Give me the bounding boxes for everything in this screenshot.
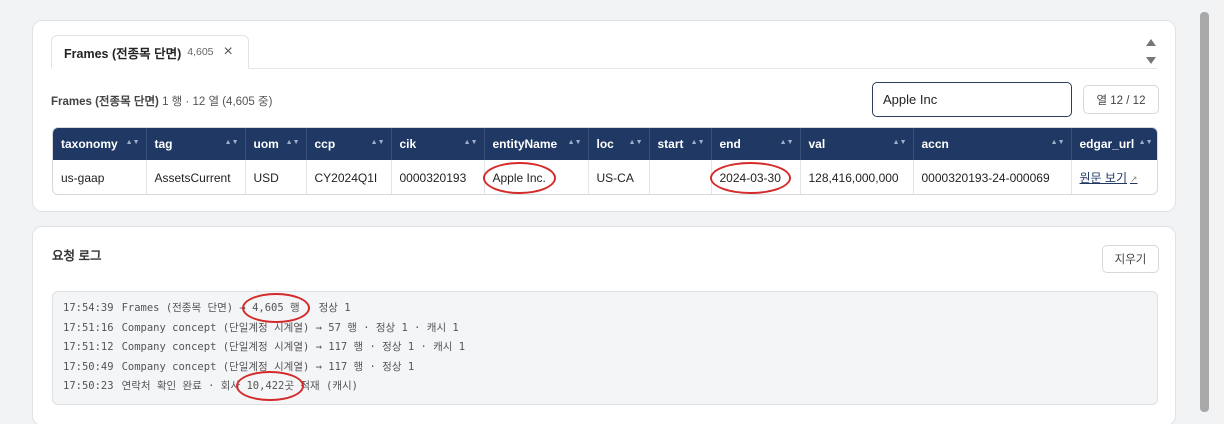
log-time: 17:50:49 <box>63 360 114 373</box>
annotation-circle-end: 2024-03-30 <box>719 170 781 185</box>
column-header-label: ccp <box>314 137 336 151</box>
cell-accn: 0000320193-24-000069 <box>913 160 1072 194</box>
column-header-label: accn <box>921 137 949 151</box>
sort-icon[interactable]: ▲▼ <box>780 139 794 146</box>
frames-panel: Frames (전종목 단면) 4,605 × Frames (전종목 단면) … <box>32 20 1176 212</box>
columns-button[interactable]: 열 12 / 12 <box>1083 85 1159 114</box>
sort-icon[interactable]: ▲▼ <box>371 139 385 146</box>
column-header-label: edgar_url <box>1079 137 1135 151</box>
cell-end: 2024-03-30 <box>711 160 801 194</box>
column-header-label: entityName <box>492 137 558 151</box>
sort-icon[interactable]: ▲▼ <box>1139 139 1153 146</box>
column-header-label: val <box>808 137 826 151</box>
column-header-label: uom <box>253 137 279 151</box>
column-header-start[interactable]: start ▲▼ <box>649 128 712 160</box>
sort-icon[interactable]: ▲▼ <box>126 139 140 146</box>
sort-icon[interactable]: ▲▼ <box>629 139 643 146</box>
column-header-ccp[interactable]: ccp ▲▼ <box>306 128 392 160</box>
request-log-panel: 요청 로그 지우기 17:54:39 Frames (전종목 단면) → 4,60… <box>32 226 1176 424</box>
annotation-circle-log: 4,605 행 <box>252 302 300 314</box>
column-header-tag[interactable]: tag ▲▼ <box>146 128 246 160</box>
cell-tag: AssetsCurrent <box>146 160 246 194</box>
column-header-label: cik <box>399 137 417 151</box>
column-header-val[interactable]: val ▲▼ <box>800 128 914 160</box>
tab-scroll <box>1145 35 1157 69</box>
cell-entityname: Apple Inc. <box>484 160 589 194</box>
log-time: 17:50:23 <box>63 380 114 392</box>
log-time: 17:54:39 <box>63 302 114 314</box>
sort-icon[interactable]: ▲▼ <box>464 139 478 146</box>
column-header-cik[interactable]: cik ▲▼ <box>391 128 485 160</box>
column-header-accn[interactable]: accn ▲▼ <box>913 128 1072 160</box>
cell-taxonomy: us-gaap <box>53 160 147 194</box>
summary-detail: 1 행 · 12 열 (4,605 중) <box>158 96 273 108</box>
log-time: 17:51:16 <box>63 321 114 334</box>
table-row[interactable]: us-gaap AssetsCurrent USD CY2024Q1I 0000… <box>53 160 1157 194</box>
sort-icon[interactable]: ▲▼ <box>225 139 239 146</box>
log-message: Company concept (단일계정 시계열) → 117 행 · 정상 … <box>121 341 466 353</box>
result-summary: Frames (전종목 단면) 1 행 · 12 열 (4,605 중) <box>51 93 272 109</box>
cell-ccp: CY2024Q1I <box>306 160 392 194</box>
summary-name: Frames (전종목 단면) <box>51 96 159 108</box>
column-header-label: taxonomy <box>61 137 118 151</box>
column-header-edgar_url[interactable]: edgar_url ▲▼ <box>1071 128 1157 160</box>
edgar-link[interactable]: 원문 보기 ↗ <box>1071 160 1157 194</box>
log-message: Company concept (단일계정 시계열) → 57 행 · 정상 1… <box>121 321 459 334</box>
column-header-label: tag <box>154 137 173 151</box>
log-line: 17:50:49 Company concept (단일계정 시계열) → 117… <box>63 358 1147 378</box>
column-header-label: start <box>657 137 684 151</box>
filter-input[interactable] <box>872 82 1072 117</box>
sort-icon[interactable]: ▲▼ <box>1051 139 1065 146</box>
log-line: 17:51:16 Company concept (단일계정 시계열) → 57 … <box>63 319 1147 339</box>
log-message: 연락처 확인 완료 · 회사 <box>121 380 247 392</box>
column-header-taxonomy[interactable]: taxonomy ▲▼ <box>53 128 147 160</box>
cell-start <box>649 160 712 194</box>
table-header-row: taxonomy ▲▼ tag ▲▼ uom ▲▼ ccp ▲▼ cik ▲▼ entityName… <box>53 128 1157 160</box>
edgar-link-label: 원문 보기 <box>1079 171 1128 185</box>
triangle-down-icon[interactable] <box>1146 57 1156 64</box>
column-header-loc[interactable]: loc ▲▼ <box>588 128 650 160</box>
cell-uom: USD <box>245 160 307 194</box>
log-line: 17:50:23 연락처 확인 완료 · 회사 10,422곳 적재 (캐시) <box>63 377 1147 397</box>
column-header-label: loc <box>596 137 614 151</box>
clear-log-button[interactable]: 지우기 <box>1102 245 1159 273</box>
sort-icon[interactable]: ▲▼ <box>893 139 907 146</box>
sort-icon[interactable]: ▲▼ <box>568 139 582 146</box>
log-time: 17:51:12 <box>63 341 114 353</box>
column-header-end[interactable]: end ▲▼ <box>711 128 801 160</box>
cell-cik: 0000320193 <box>391 160 485 194</box>
cell-loc: US-CA <box>588 160 650 194</box>
results-table: taxonomy ▲▼ tag ▲▼ uom ▲▼ ccp ▲▼ cik ▲▼ entityName… <box>52 127 1158 195</box>
cell-val: 128,416,000,000 <box>800 160 914 194</box>
column-header-entityname[interactable]: entityName ▲▼ <box>484 128 589 160</box>
close-icon[interactable]: × <box>224 44 233 60</box>
tab-frames[interactable]: Frames (전종목 단면) 4,605 × <box>51 35 249 69</box>
tab-count: 4,605 <box>187 46 214 58</box>
annotation-circle-entityname: Apple Inc. <box>492 170 546 185</box>
log-message: Frames (전종목 단면) → <box>121 302 253 314</box>
page-scrollbar[interactable] <box>1200 12 1209 412</box>
sort-icon[interactable]: ▲▼ <box>691 139 705 146</box>
tab-title: Frames (전종목 단면) <box>64 46 182 61</box>
triangle-up-icon[interactable] <box>1146 39 1156 46</box>
external-link-icon: ↗ <box>1130 174 1138 184</box>
log-title: 요청 로그 <box>52 249 102 263</box>
column-header-uom[interactable]: uom ▲▼ <box>245 128 307 160</box>
annotation-circle-log: 10,422곳 <box>246 380 295 392</box>
sort-icon[interactable]: ▲▼ <box>286 139 300 146</box>
log-output: 17:54:39 Frames (전종목 단면) → 4,605 행 · 정상 1… <box>52 291 1158 405</box>
column-header-label: end <box>719 137 741 151</box>
tab-bar: Frames (전종목 단면) 4,605 × <box>51 35 1157 69</box>
log-line: 17:51:12 Company concept (단일계정 시계열) → 117… <box>63 338 1147 358</box>
log-line: 17:54:39 Frames (전종목 단면) → 4,605 행 · 정상 1 <box>63 299 1147 319</box>
